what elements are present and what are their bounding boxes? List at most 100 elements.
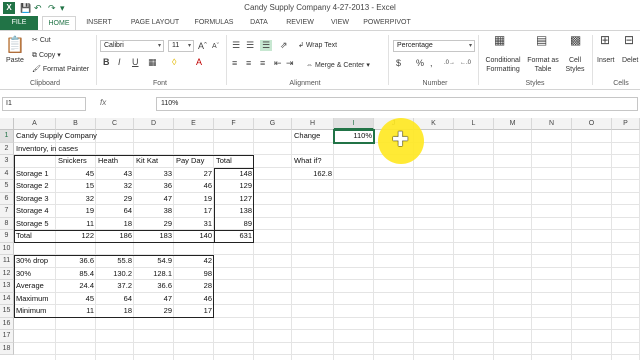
row-header-12[interactable]: 12	[0, 267, 14, 280]
underline-icon[interactable]: U	[132, 57, 139, 68]
align-middle-icon[interactable]: ☰	[246, 40, 254, 51]
cell-h3[interactable]: What if?	[292, 155, 334, 168]
row-header-10[interactable]: 10	[0, 242, 14, 255]
row-header-1[interactable]: 1	[0, 130, 14, 143]
styles-group-label: Styles	[525, 80, 545, 87]
column-header-f[interactable]: F	[214, 118, 254, 130]
cell-h1[interactable]: Change	[292, 130, 334, 143]
tab-formulas[interactable]: FORMULAS	[192, 16, 236, 30]
column-header-e[interactable]: E	[174, 118, 214, 130]
cell-styles-button[interactable]: Cell	[563, 57, 587, 64]
row-header-6[interactable]: 6	[0, 192, 14, 205]
row-header-15[interactable]: 15	[0, 305, 14, 318]
format-as-table-button[interactable]: Format as	[526, 57, 560, 64]
tab-view[interactable]: VIEW	[326, 16, 354, 30]
formula-input[interactable]: 110%	[156, 97, 638, 111]
italic-icon[interactable]: I	[118, 57, 121, 68]
wrap-text-button[interactable]: ↲ Wrap Text	[298, 41, 337, 49]
row-header-11[interactable]: 11	[0, 255, 14, 268]
gridline	[531, 130, 532, 360]
comma-button[interactable]: ,	[430, 58, 433, 69]
row-header-16[interactable]: 16	[0, 317, 14, 330]
copy-button[interactable]: ⧉ Copy ▾	[32, 51, 61, 60]
font-color-icon[interactable]: A	[196, 57, 202, 68]
number-format-dropdown[interactable]: Percentage ▾	[393, 40, 475, 52]
row-header-13[interactable]: 13	[0, 280, 14, 293]
worksheet-grid[interactable]: ABCDEFGHIJKLMNOP123456789101112131415161…	[0, 118, 640, 360]
row-header-4[interactable]: 4	[0, 167, 14, 180]
copy-label: Copy	[38, 52, 56, 59]
column-header-c[interactable]: C	[96, 118, 134, 130]
cell-h4[interactable]: 162.8	[292, 168, 334, 181]
tab-insert[interactable]: INSERT	[82, 16, 116, 30]
select-all-button[interactable]	[0, 118, 14, 130]
increase-font-icon[interactable]: Aˆ	[198, 41, 207, 52]
column-header-l[interactable]: L	[454, 118, 494, 130]
font-name-dropdown[interactable]: Calibri ▾	[100, 40, 164, 52]
cell-cursor-icon: ✚	[392, 129, 409, 151]
tab-review[interactable]: REVIEW	[282, 16, 318, 30]
row-header-8[interactable]: 8	[0, 217, 14, 230]
merge-center-label: Merge & Center	[314, 62, 365, 69]
cell-a1[interactable]: Candy Supply Company	[14, 130, 97, 143]
tab-powerpivot[interactable]: POWERPIVOT	[362, 16, 412, 30]
orientation-icon[interactable]: ⇗	[280, 40, 288, 51]
insert-cells-icon[interactable]: ⊞	[600, 34, 610, 46]
name-box[interactable]: I1	[2, 97, 86, 111]
column-header-h[interactable]: H	[292, 118, 334, 130]
row-header-17[interactable]: 17	[0, 330, 14, 343]
delete-cells-icon[interactable]: ⊟	[624, 34, 634, 46]
cell-styles-icon[interactable]: ▩	[570, 34, 581, 46]
merge-center-icon: ⇔	[306, 62, 313, 69]
column-header-n[interactable]: N	[532, 118, 572, 130]
align-right-icon[interactable]: ≡	[260, 58, 265, 69]
bold-icon[interactable]: B	[103, 57, 110, 68]
align-left-icon[interactable]: ≡	[232, 58, 237, 69]
row-header-2[interactable]: 2	[0, 142, 14, 155]
column-header-p[interactable]: P	[612, 118, 640, 130]
align-top-icon[interactable]: ☰	[232, 40, 240, 51]
cut-button[interactable]: ✂ Cut	[32, 36, 51, 44]
increase-indent-icon[interactable]: ⇥	[286, 58, 294, 69]
total-row-border	[14, 230, 254, 243]
delete-cells-button[interactable]: Delet	[622, 57, 638, 64]
fill-color-icon[interactable]: ◊	[172, 57, 176, 68]
row-header-9[interactable]: 9	[0, 230, 14, 243]
align-center-icon[interactable]: ≡	[246, 58, 251, 69]
format-painter-button[interactable]: 🖌 Format Painter	[32, 65, 89, 73]
conditional-formatting-button[interactable]: Conditional	[483, 57, 523, 64]
borders-icon[interactable]: ▦	[148, 57, 157, 68]
cell-a2[interactable]: Inventory, in cases	[14, 143, 78, 156]
tab-data[interactable]: DATA	[244, 16, 274, 30]
column-header-g[interactable]: G	[254, 118, 292, 130]
increase-decimal-icon[interactable]: .0→	[444, 58, 455, 69]
column-header-a[interactable]: A	[14, 118, 56, 130]
column-header-d[interactable]: D	[134, 118, 174, 130]
insert-function-button[interactable]: fx	[100, 98, 106, 107]
chevron-down-icon: ▾	[157, 43, 161, 49]
column-header-o[interactable]: O	[572, 118, 612, 130]
insert-cells-button[interactable]: Insert	[597, 57, 615, 64]
row-header-14[interactable]: 14	[0, 292, 14, 305]
decrease-font-icon[interactable]: Aˇ	[212, 41, 219, 52]
paste-icon[interactable]: 📋	[5, 37, 25, 55]
tab-home[interactable]: HOME	[42, 16, 76, 30]
row-header-3[interactable]: 3	[0, 155, 14, 168]
row-header-7[interactable]: 7	[0, 205, 14, 218]
format-as-table-icon[interactable]: ▤	[536, 34, 547, 46]
paste-button[interactable]: Paste	[6, 57, 24, 64]
currency-button[interactable]: $	[396, 58, 401, 69]
column-header-m[interactable]: M	[494, 118, 532, 130]
row-header-5[interactable]: 5	[0, 180, 14, 193]
tab-file[interactable]: FILE	[0, 16, 38, 30]
merge-center-button[interactable]: ⇔ Merge & Center ▾	[306, 61, 370, 69]
column-header-b[interactable]: B	[56, 118, 96, 130]
align-bottom-icon[interactable]: ☰	[260, 40, 272, 51]
conditional-formatting-icon[interactable]: ▦	[494, 34, 505, 46]
percent-button[interactable]: %	[416, 58, 424, 69]
tab-page-layout[interactable]: PAGE LAYOUT	[124, 16, 186, 30]
decrease-decimal-icon[interactable]: ←.0	[460, 58, 471, 69]
font-size-dropdown[interactable]: 11 ▾	[168, 40, 194, 52]
decrease-indent-icon[interactable]: ⇤	[274, 58, 282, 69]
row-header-18[interactable]: 18	[0, 342, 14, 355]
